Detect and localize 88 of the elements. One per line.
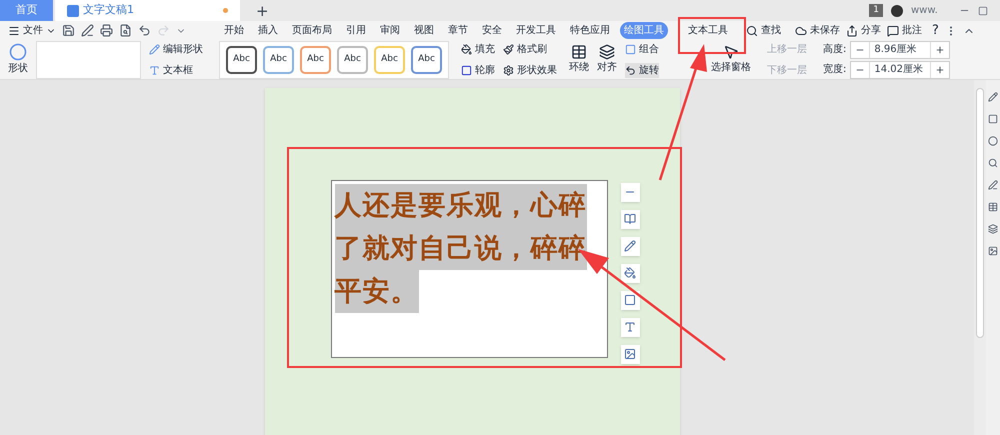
help-button[interactable]: ? <box>932 21 939 40</box>
pen-icon[interactable] <box>81 24 94 38</box>
floating-tool-icon[interactable] <box>620 182 640 202</box>
text-box[interactable]: 人还是要乐观，心碎 了就对自己说，碎碎 平安。 <box>330 180 608 358</box>
file-menu[interactable]: 文件 <box>8 23 56 38</box>
outline-icon <box>461 64 472 76</box>
text-box-icon <box>149 64 160 76</box>
rotate-icon <box>625 64 636 76</box>
floating-tool-icon[interactable] <box>620 210 640 228</box>
comment-button[interactable]: 批注 <box>887 23 922 38</box>
format-painter-button[interactable]: 格式刷 <box>503 42 547 56</box>
shape-icon <box>9 43 27 61</box>
share-button[interactable]: 分享 <box>846 23 881 38</box>
shape-style-preset[interactable]: Abc <box>374 46 405 74</box>
side-tool-icon[interactable] <box>988 202 998 212</box>
align-icon <box>599 44 615 60</box>
rotate-button[interactable]: 旋转 <box>625 62 659 78</box>
floating-tool-icon[interactable] <box>620 264 640 282</box>
paintbrush-icon <box>503 44 514 54</box>
side-tool-icon[interactable] <box>988 136 998 146</box>
ribbon-tab[interactable]: 开发工具 <box>512 22 560 40</box>
menu-icon <box>8 24 20 37</box>
scrollbar[interactable] <box>974 80 986 435</box>
restore-icon[interactable] <box>978 6 988 16</box>
floating-tool-icon[interactable] <box>620 344 640 364</box>
effects-icon <box>503 64 514 76</box>
side-tool-icon[interactable] <box>988 92 998 102</box>
align-button[interactable]: 对齐 <box>597 44 617 75</box>
outline-button[interactable]: 轮廓 <box>461 62 495 78</box>
undo-icon[interactable] <box>138 24 151 38</box>
ribbon-tab[interactable]: 开始 <box>220 22 248 40</box>
side-tool-icon[interactable] <box>988 114 998 124</box>
group-icon <box>625 44 636 54</box>
ribbon-tab[interactable]: 视图 <box>410 22 438 40</box>
ribbon-tab[interactable]: 特色应用 <box>566 22 614 40</box>
group-button[interactable]: 组合 <box>625 42 659 56</box>
side-tool-icon[interactable] <box>988 246 998 256</box>
plus-icon[interactable] <box>935 64 946 74</box>
selection-pane-button[interactable]: 选择窗格 <box>711 44 751 75</box>
shape-style-preset[interactable]: Abc <box>226 46 257 74</box>
shape-style-preset[interactable]: Abc <box>411 46 442 74</box>
shape-button[interactable]: 形状 <box>8 43 28 76</box>
shape-effects-button[interactable]: 形状效果 <box>503 62 557 78</box>
size-label: 高度: <box>823 42 846 57</box>
document-tab[interactable]: 文字文稿1 <box>55 0 240 21</box>
new-tab-button[interactable]: + <box>240 0 285 21</box>
preview-icon[interactable] <box>119 24 132 38</box>
text-box-button[interactable]: 文本框 <box>149 62 203 78</box>
side-tool-icon[interactable] <box>988 224 998 234</box>
ribbon-tab[interactable]: 插入 <box>254 22 282 40</box>
side-tool-icon[interactable] <box>988 180 998 190</box>
wrap-button[interactable]: 环绕 <box>569 44 589 75</box>
pointer-icon <box>723 44 739 60</box>
edit-shape-button[interactable]: 编辑形状 <box>149 42 203 56</box>
width-field[interactable]: 14.02厘米 <box>850 60 950 78</box>
ribbon-tab[interactable]: 引用 <box>342 22 370 40</box>
print-icon[interactable] <box>100 24 113 38</box>
ribbon-tab[interactable]: 页面布局 <box>288 22 336 40</box>
size-label: 宽度: <box>823 62 846 77</box>
fill-button[interactable]: 填充 <box>461 42 495 56</box>
floating-tool-icon[interactable] <box>620 236 640 256</box>
document-icon <box>67 4 79 16</box>
side-tool-icon[interactable] <box>988 158 998 168</box>
save-status-button[interactable]: 未保存 <box>795 23 840 38</box>
height-field[interactable]: 8.96厘米 <box>850 40 950 58</box>
share-icon <box>846 24 858 37</box>
floating-tool-icon[interactable] <box>620 290 640 310</box>
avatar-icon <box>891 4 903 16</box>
save-icon[interactable] <box>62 24 75 38</box>
paint-bucket-icon <box>461 44 472 54</box>
shape-style-preset[interactable]: Abc <box>337 46 368 74</box>
search-button[interactable]: 查找 <box>746 23 781 38</box>
user-name: www. <box>911 4 939 18</box>
shape-style-preset[interactable]: Abc <box>300 46 331 74</box>
ribbon-tab[interactable]: 安全 <box>478 22 506 40</box>
plus-icon[interactable] <box>935 44 946 54</box>
ribbon-tab[interactable]: 文本工具 <box>684 22 732 40</box>
annotation-box <box>678 17 746 54</box>
comment-icon <box>887 24 899 37</box>
ribbon-tab[interactable]: 审阅 <box>376 22 404 40</box>
count-badge: 1 <box>869 4 883 18</box>
cloud-icon <box>795 24 807 37</box>
shape-style-preset[interactable]: Abc <box>263 46 294 74</box>
ribbon-tab[interactable]: 章节 <box>444 22 472 40</box>
wrap-icon <box>571 44 587 60</box>
search-icon <box>746 24 758 37</box>
pencil-icon <box>149 44 160 54</box>
floating-tool-icon[interactable] <box>620 318 640 336</box>
